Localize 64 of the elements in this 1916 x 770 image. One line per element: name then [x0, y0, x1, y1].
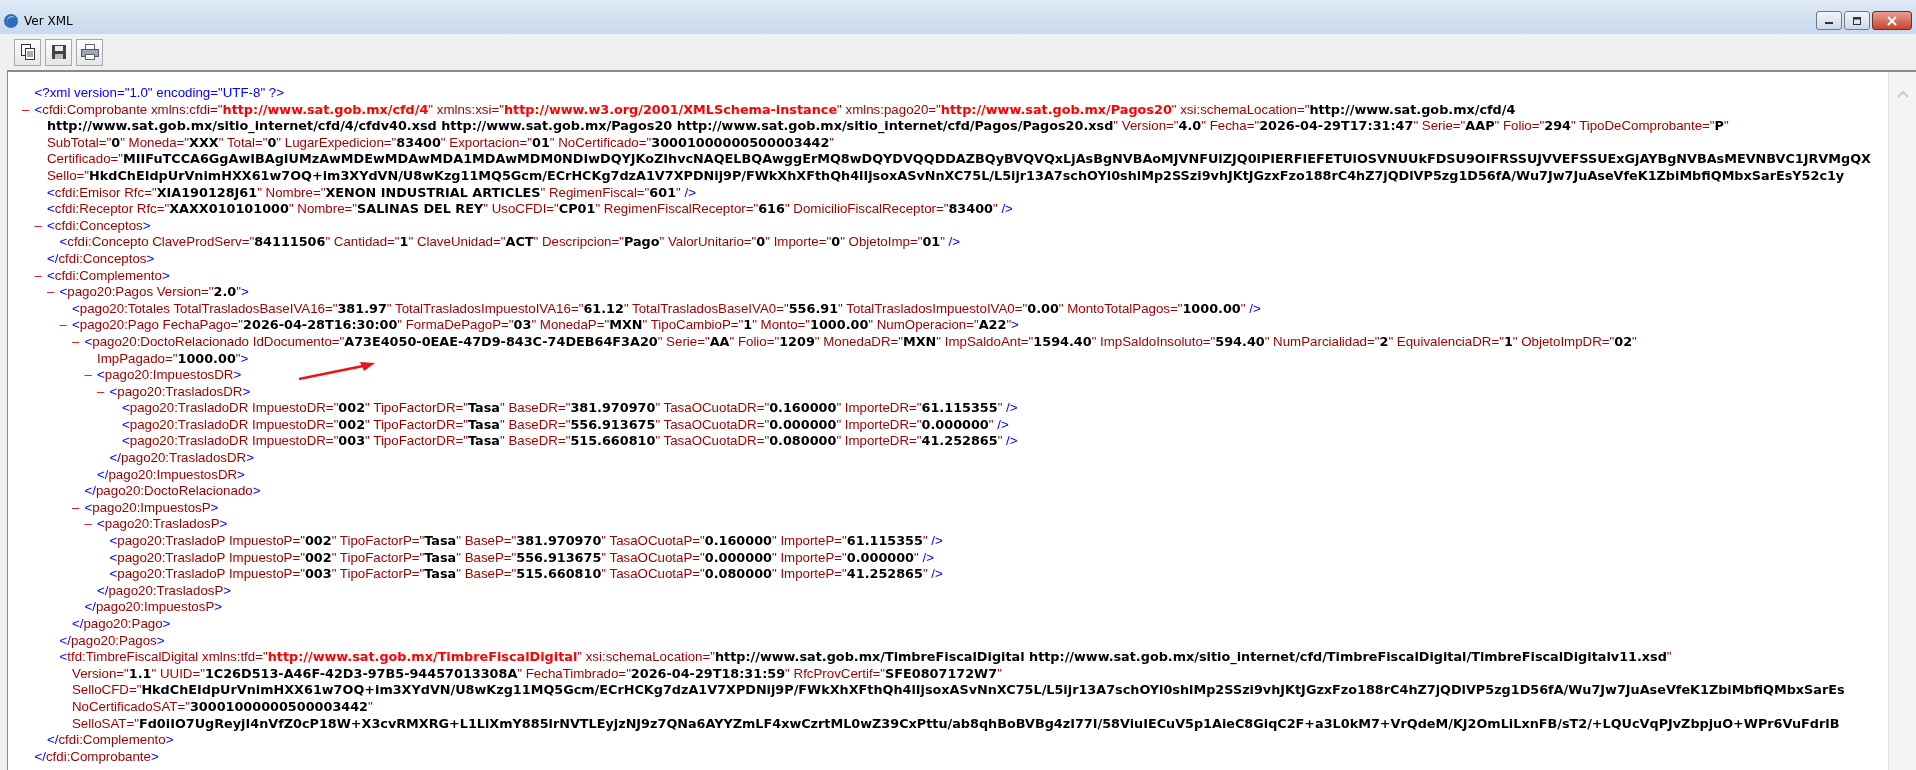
xml-line: <cfdi:Concepto ClaveProdServ="84111506" Cantidad="1" ClaveUnidad="ACT" Descripcion="Pago" ValorUnitario="0" Importe="0" ObjetoImp="01" />: [59, 234, 961, 251]
xml-line: SelloCFD="HkdChEIdpUrVnimHXX61w7OQ+im3XYdVN/U8wKzg11MQ5Gcm/ECrHCKg7dzA1V7XPDNij9P/FWkXhXFthQh4lIjsoxASvNnXC75L/L5ijr13A7schOYl0shlMp2SSzi9vhJKtJGzxFzo188rC4hZ7jQDlVP5zg1D56fA/Wu7Jw7JuAseVfeK1ZbiMbfiQMbxSarEs: [72, 682, 1845, 699]
copy-icon: [19, 43, 36, 61]
xml-line: <tfd:TimbreFiscalDigital xmlns:tfd="http://www.sat.gob.mx/TimbreFiscalDigital" xsi:schemaLocation="http://www.sat.gob.mx/TimbreFiscalDigital http://www.sat.gob.mx/sitio_internet/cfd/TimbreFiscalDigital/TimbreFiscalDigitalv11.xsd": [59, 649, 1672, 666]
xml-line: Sello="HkdChEIdpUrVnimHXX61w7OQ+im3XYdVN/U8wKzg11MQ5Gcm/ECrHCKg7dzA1V7XPDNij9P/FWkXhXFthQh4lIjsoxASvNnXC75L/L5ijr13A7schOYl0shlMp2SSzi9vhJKtJGzxFzo188rC4hZ7jQDlVP5zg1D56fA/Wu7Jw7JuAseVfeK1ZbiMbfiQMbxSarEsY52c1y: [47, 167, 1845, 185]
xml-line: Certificado="MIIFuTCCA6GgAwIBAgIUMzAwMDEwMDAwMDA1MDAwMDM0NDIwDQYJKoZIhvcNAQELBQAwggErMQ8wDQYDVQQDDAZBQyBVQVQxLjAsBgNVBAoMJVNFUlZJQ0lPIERFIEFETUlOSVNUUkFDSU9OIFRSSUJVVEFSSUExGjAYBgNVBAsMEVNBVC1JRVMgQX: [47, 151, 1871, 168]
xml-line: </pago20:TrasladosDR>: [109, 450, 254, 467]
xml-line: </pago20:ImpuestosP>: [84, 599, 222, 616]
xml-line: <pago20:ImpuestosP>: [84, 499, 219, 517]
xml-line: <cfdi:Complemento>: [47, 267, 170, 285]
xml-line: <pago20:TrasladosP>: [97, 516, 228, 534]
xml-line: <pago20:Pago FechaPago="2026-04-28T16:30:00" FormaDePagoP="03" MonedaP="MXN" TipoCambioP="1" Monto="1000.00" NumOperacion="A22">: [72, 317, 1019, 334]
app-icon: [3, 12, 19, 29]
xml-line: NoCertificadoSAT="30001000000500003442": [72, 698, 373, 716]
xml-line: <pago20:TrasladoP ImpuestoP="002" TipoFactorP="Tasa" BaseP="381.970970" TasaOCuotaP="0.160000" ImporteP="61.115355" />: [109, 533, 943, 550]
xml-line: Version="1.1" UUID="1C26D513-A46F-42D3-97B5-94457013308A" FechaTimbrado="2026-04-29T18:31:59" RfcProvCertif="SFE0807172W7": [72, 665, 1002, 683]
xml-line: <pago20:TrasladoDR ImpuestoDR="003" TipoFactorDR="Tasa" BaseDR="515.660810" TasaOCuotaDR="0.080000" ImporteDR="41.252865" />: [122, 433, 1018, 451]
xml-line: </pago20:ImpuestosDR>: [97, 466, 245, 484]
xml-line: </cfdi:Conceptos>: [47, 250, 155, 268]
xml-line: <pago20:ImpuestosDR>: [97, 367, 242, 384]
copy-button[interactable]: [14, 38, 41, 66]
xml-line: <pago20:Pagos Version="2.0">: [59, 284, 249, 301]
collapse-toggle[interactable]: –: [22, 101, 30, 119]
xml-line: </cfdi:Comprobante>: [34, 748, 159, 766]
collapse-toggle[interactable]: –: [97, 383, 105, 401]
maximize-button[interactable]: [1844, 11, 1870, 30]
xml-line: <cfdi:Comprobante xmlns:cfdi="http://www.sat.gob.mx/cfd/4" xmlns:xsi="http://www.w3.org/2001/XMLSchema-instance" xmlns:pago20="http://www.sat.gob.mx/Pagos20" xsi:schemaLocation="http://www.sat.gob.mx/cfd/4: [34, 101, 1516, 119]
scrollbar[interactable]: [1888, 72, 1916, 770]
xml-line: <pago20:TrasladoP ImpuestoP="002" TipoFactorP="Tasa" BaseP="556.913675" TasaOCuotaP="0.000000" ImporteP="0.000000" />: [109, 549, 934, 567]
xml-line: ImpPagado="1000.00">: [97, 350, 249, 368]
maximize-icon: [1852, 16, 1862, 25]
close-icon: [1887, 15, 1897, 26]
xml-line: <?xml version="1.0" encoding="UTF-8" ?>: [34, 85, 284, 102]
collapse-toggle[interactable]: –: [47, 284, 55, 301]
xml-line: </pago20:DoctoRelacionado>: [84, 483, 261, 500]
collapse-toggle[interactable]: –: [34, 267, 42, 285]
window-title: Ver XML: [24, 13, 73, 28]
xml-line: </cfdi:Complemento>: [47, 732, 174, 749]
xml-line: SelloSAT="Fd0iIO7UgReyjI4nVfZ0cP18W+X3cvRMXRG+L1LlXmY885lrNVTLEyjzNJ9z7QNa6AYYZmLF4xwCzrtML0wZ39CxPttu/ab8qhBoBVBg4zI77I/58ViuIECuV5p1AieC8GiqC2F+a3L0kM7+VrQdeM/KJ2OmLiLxnFB/sT2/+LQUcVqPJvZbpjuO+WPr6VuFdrlB: [72, 715, 1840, 733]
xml-line: </pago20:TrasladosP>: [97, 582, 232, 600]
xml-line: <cfdi:Emisor Rfc="XIA190128J61" Nombre="XENON INDUSTRIAL ARTICLES" RegimenFiscal="601" />: [47, 184, 696, 202]
collapse-toggle[interactable]: –: [59, 317, 67, 334]
collapse-toggle[interactable]: –: [72, 333, 80, 351]
collapse-toggle[interactable]: –: [34, 217, 42, 235]
printer-icon: [80, 44, 99, 60]
xml-line: <cfdi:Conceptos>: [47, 217, 151, 235]
save-button[interactable]: [45, 38, 72, 66]
print-button[interactable]: [76, 38, 103, 66]
minimize-button[interactable]: [1816, 11, 1842, 30]
xml-line: <pago20:TrasladoDR ImpuestoDR="002" TipoFactorDR="Tasa" BaseDR="381.970970" TasaOCuotaDR="0.160000" ImporteDR="61.115355" />: [122, 400, 1018, 417]
xml-line: </pago20:Pagos>: [59, 632, 165, 650]
collapse-toggle[interactable]: –: [72, 499, 80, 517]
xml-line: <pago20:TrasladoDR ImpuestoDR="002" TipoFactorDR="Tasa" BaseDR="556.913675" TasaOCuotaDR="0.000000" ImporteDR="0.000000" />: [122, 416, 1009, 434]
xml-line: </pago20:Pago>: [72, 616, 171, 633]
xml-line: http://www.sat.gob.mx/sitio_internet/cfd/4/cfdv40.xsd http://www.sat.gob.mx/Pagos20 http://www.sat.gob.mx/sitio_internet/cfd/Pagos/Pagos20.xsd" Version="4.0" Fecha="2026-04-29T17:31:47" Serie="AAP" Folio="294" TipoDeComprobante="P": [47, 118, 1729, 135]
close-button[interactable]: [1872, 11, 1912, 30]
xml-line: <pago20:TrasladoP ImpuestoP="003" TipoFactorP="Tasa" BaseP="515.660810" TasaOCuotaP="0.080000" ImporteP="41.252865" />: [109, 566, 943, 583]
xml-line: SubTotal="0" Moneda="XXX" Total="0" LugarExpedicion="83400" Exportacion="01" NoCertificado="30001000000500003442": [47, 134, 835, 152]
xml-line: <pago20:Totales TotalTrasladosBaseIVA16="381.97" TotalTrasladosImpuestoIVA16="61.12" TotalTrasladosBaseIVA0="556.91" TotalTrasladosImpuestoIVA0="0.00" MontoTotalPagos="1000.00" />: [72, 300, 1261, 318]
collapse-toggle[interactable]: –: [84, 516, 92, 534]
xml-line: <pago20:TrasladosDR>: [109, 383, 251, 401]
collapse-toggle[interactable]: –: [84, 367, 92, 384]
xml-line: <cfdi:Receptor Rfc="XAXX010101000" Nombre="SALINAS DEL REY" UsoCFDI="CP01" RegimenFiscalReceptor="616" DomicilioFiscalReceptor="83400" />: [47, 201, 1013, 218]
xml-line: <pago20:DoctoRelacionado IdDocumento="A73E4050-0EAE-47D9-843C-74DEB64F3A20" Serie="AA" Folio="1209" MonedaDR="MXN" ImpSaldoAnt="1594.40" ImpSaldoInsoluto="594.40" NumParcialidad="2" EquivalenciaDR="1" ObjetoImpDR="02": [84, 333, 1637, 351]
